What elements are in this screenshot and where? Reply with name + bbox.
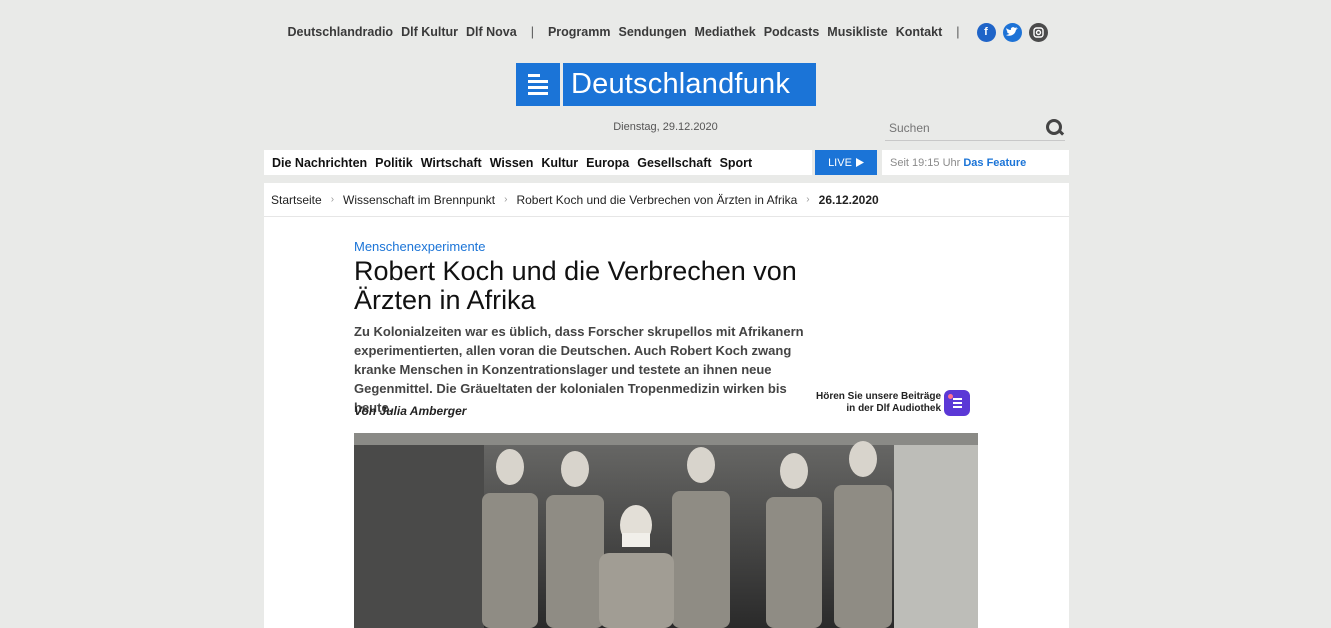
audiothek-line1: Hören Sie unsere Beiträge: [816, 391, 942, 402]
breadcrumb-section[interactable]: Wissenschaft im Brennpunkt: [343, 193, 495, 207]
chevron-right-icon: ›: [330, 194, 335, 205]
now-playing-time: Seit 19:15 Uhr: [890, 156, 961, 169]
play-icon: [855, 158, 864, 167]
nav-kultur[interactable]: Kultur: [541, 156, 578, 170]
nav-kontakt[interactable]: Kontakt: [896, 25, 943, 39]
article-container: Startseite › Wissenschaft im Brennpunkt …: [264, 183, 1069, 628]
link-deutschlandradio[interactable]: Deutschlandradio: [287, 25, 393, 39]
nav-sport[interactable]: Sport: [720, 156, 753, 170]
logo-mark-icon: [516, 63, 560, 106]
link-dlf-nova[interactable]: Dlf Nova: [466, 25, 517, 39]
nav-wissen[interactable]: Wissen: [490, 156, 534, 170]
brand-wordmark: Deutschlandfunk: [563, 63, 816, 106]
breadcrumb-date: 26.12.2020: [818, 192, 879, 207]
search-input[interactable]: [885, 121, 1013, 135]
nav-europa[interactable]: Europa: [586, 156, 629, 170]
audiothek-link[interactable]: Hören Sie unsere Beiträge in der Dlf Aud…: [816, 390, 971, 416]
nav-podcasts[interactable]: Podcasts: [764, 25, 820, 39]
audiothek-line2: in der Dlf Audiothek: [846, 403, 942, 414]
instagram-icon[interactable]: [1028, 22, 1048, 42]
breadcrumb: Startseite › Wissenschaft im Brennpunkt …: [264, 183, 1069, 217]
social-separator: |: [956, 25, 960, 39]
article-title: Robert Koch und die Verbrechen von Ärzte…: [354, 256, 797, 315]
now-playing-program[interactable]: Das Feature: [963, 157, 1026, 169]
nav-mediathek[interactable]: Mediathek: [695, 25, 756, 39]
link-dlf-kultur[interactable]: Dlf Kultur: [401, 25, 458, 39]
main-navigation: Die Nachrichten Politik Wirtschaft Wisse…: [264, 150, 812, 175]
nav-musikliste[interactable]: Musikliste: [827, 25, 887, 39]
nav-sendungen[interactable]: Sendungen: [618, 25, 686, 39]
brand-logo[interactable]: Deutschlandfunk: [516, 63, 816, 106]
chevron-right-icon: ›: [806, 194, 810, 205]
current-date: Dienstag, 29.12.2020: [613, 121, 718, 133]
breadcrumb-startseite[interactable]: Startseite: [271, 193, 322, 207]
now-playing[interactable]: Seit 19:15 Uhr Das Feature: [882, 150, 1069, 175]
nav-wirtschaft[interactable]: Wirtschaft: [421, 156, 482, 170]
nav-programm[interactable]: Programm: [548, 25, 611, 39]
nav-politik[interactable]: Politik: [375, 156, 413, 170]
live-label: LIVE: [828, 156, 852, 169]
chevron-right-icon: ›: [504, 194, 508, 205]
article-author: Von Julia Amberger: [354, 404, 467, 418]
article-photo[interactable]: [354, 433, 978, 628]
breadcrumb-article[interactable]: Robert Koch und die Verbrechen von Ärzte…: [516, 193, 797, 207]
historical-group-photo: [354, 433, 978, 628]
audiothek-text: Hören Sie unsere Beiträge in der Dlf Aud…: [816, 391, 941, 415]
audiothek-icon: [944, 390, 971, 416]
nav-separator: |: [530, 25, 534, 39]
article-kicker: Menschenexperimente: [354, 239, 486, 254]
article-teaser: Zu Kolonialzeiten war es üblich, dass Fo…: [354, 324, 804, 415]
search-bar: [885, 116, 1065, 141]
search-icon[interactable]: [1043, 117, 1065, 139]
nav-gesellschaft[interactable]: Gesellschaft: [637, 156, 711, 170]
top-navigation: Deutschlandradio Dlf Kultur Dlf Nova | P…: [0, 18, 1331, 46]
facebook-icon[interactable]: f: [976, 22, 996, 42]
nav-die-nachrichten[interactable]: Die Nachrichten: [272, 156, 367, 170]
live-button[interactable]: LIVE: [815, 150, 877, 175]
twitter-icon[interactable]: [1002, 22, 1022, 42]
